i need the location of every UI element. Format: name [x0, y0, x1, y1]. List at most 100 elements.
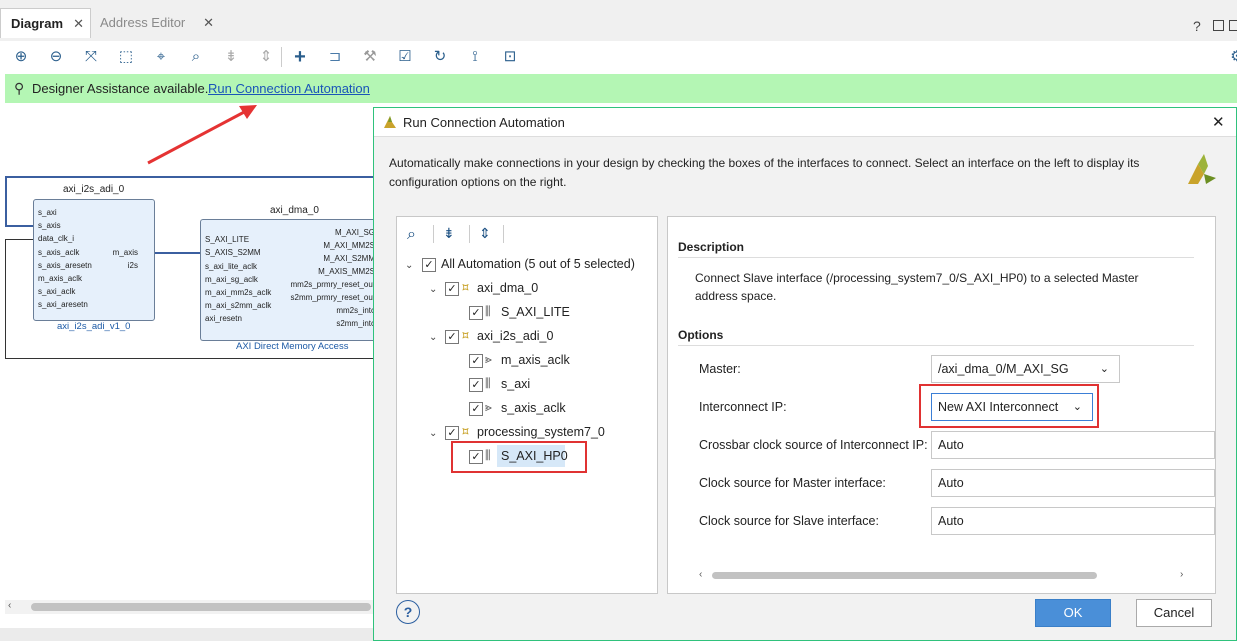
search-icon[interactable]: ⌕	[407, 226, 416, 244]
tree-group-label[interactable]: processing_system7_0	[477, 425, 605, 439]
dma-pin[interactable]: M_AXI_SG	[335, 228, 375, 237]
crossbar-clock-input[interactable]: Auto	[931, 431, 1215, 459]
bus-interface-icon: ⫼	[485, 376, 491, 390]
dma-pin[interactable]: m_axi_mm2s_aclk	[205, 288, 271, 297]
dma-pin[interactable]: mm2s_prmry_reset_out	[291, 280, 375, 289]
scroll-thumb[interactable]	[31, 603, 371, 611]
dma-pin[interactable]: M_AXI_MM2S	[323, 241, 375, 250]
dma-pin[interactable]: S_AXIS_S2MM	[205, 248, 261, 257]
zoom-fit-icon[interactable]: ⤧	[80, 46, 102, 68]
i2s-pin[interactable]: s_axi_aresetn	[38, 300, 88, 309]
automation-tree-panel: ⌕ ⇟ ⇕ ⌄ ✓ All Automation (5 out of 5 sel…	[396, 216, 658, 594]
options-header: Options	[678, 328, 724, 342]
item-checkbox[interactable]: ✓	[469, 378, 483, 392]
validate-icon[interactable]: ☑	[394, 46, 416, 68]
scroll-left-icon[interactable]: ‹	[699, 569, 702, 580]
i2s-block[interactable]: s_axi s_axis data_clk_i s_axis_aclk s_ax…	[33, 199, 155, 321]
ip-block-icon[interactable]: ⊡	[499, 46, 521, 68]
dma-pin[interactable]: s2mm_intc	[336, 319, 375, 328]
dialog-titlebar: Run Connection Automation ✕	[374, 108, 1236, 137]
collapse-all-icon[interactable]: ⇟	[220, 46, 242, 68]
i2s-pin[interactable]: data_clk_i	[38, 234, 74, 243]
collapse-all-icon[interactable]: ⇟	[443, 225, 455, 242]
cancel-button[interactable]: Cancel	[1136, 599, 1212, 627]
i2s-pin[interactable]: m_axis	[113, 248, 138, 257]
tab-diagram[interactable]: Diagram ✕	[0, 8, 91, 38]
add-ip-icon[interactable]: +	[289, 46, 311, 68]
dialog-description: Automatically make connections in your d…	[389, 156, 1140, 189]
close-icon[interactable]: ✕	[203, 8, 214, 38]
item-checkbox[interactable]: ✓	[469, 354, 483, 368]
i2s-pin[interactable]: i2s	[128, 261, 138, 270]
group-checkbox[interactable]: ✓	[445, 282, 459, 296]
i2s-pin[interactable]: s_axis_aclk	[38, 248, 79, 257]
tree-group-label[interactable]: axi_i2s_adi_0	[477, 329, 553, 343]
dma-pin[interactable]: s2mm_prmry_reset_out	[291, 293, 375, 302]
dma-block[interactable]: S_AXI_LITE S_AXIS_S2MM s_axi_lite_aclk m…	[200, 219, 381, 341]
tree-item-label[interactable]: m_axis_aclk	[501, 353, 570, 367]
auto-fit-icon[interactable]: ⌖	[150, 46, 172, 68]
wrench-icon[interactable]: ⚒	[359, 46, 381, 68]
item-checkbox[interactable]: ✓	[469, 402, 483, 416]
all-automation-checkbox[interactable]: ✓	[422, 258, 436, 272]
dma-pin[interactable]: M_AXIS_MM2S	[318, 267, 375, 276]
chevron-down-icon[interactable]: ⌄	[405, 260, 413, 271]
dma-pin[interactable]: m_axi_s2mm_aclk	[205, 301, 271, 310]
tab-diagram-label: Diagram	[11, 16, 64, 31]
gear-icon[interactable]: ⚙	[1226, 46, 1237, 68]
diagram-canvas[interactable]: axi_i2s_adi_0 s_axi s_axis data_clk_i s_…	[5, 104, 381, 599]
expand-all-icon[interactable]: ⇕	[255, 46, 277, 68]
tree-root-label: All Automation (5 out of 5 selected)	[441, 257, 635, 271]
close-icon[interactable]: ✕	[73, 9, 84, 39]
i2s-pin[interactable]: s_axi_aclk	[38, 287, 75, 296]
i2s-pin[interactable]: s_axis_aresetn	[38, 261, 92, 270]
zoom-out-icon[interactable]: ⊖	[45, 46, 67, 68]
dma-pin[interactable]: M_AXI_S2MM	[323, 254, 375, 263]
expand-all-icon[interactable]: ⇕	[479, 225, 491, 242]
options-scroll-thumb[interactable]	[712, 572, 1097, 579]
maximize-icon[interactable]	[1229, 20, 1237, 31]
slave-clock-input[interactable]: Auto	[931, 507, 1215, 535]
master-select[interactable]: /axi_dma_0/M_AXI_SG ⌄	[931, 355, 1120, 383]
item-checkbox[interactable]: ✓	[469, 306, 483, 320]
ok-button[interactable]: OK	[1035, 599, 1111, 627]
master-clock-input[interactable]: Auto	[931, 469, 1215, 497]
group-checkbox[interactable]: ✓	[445, 426, 459, 440]
dma-pin[interactable]: s_axi_lite_aclk	[205, 262, 257, 271]
chevron-down-icon[interactable]: ⌄	[429, 332, 437, 343]
tree-item-label[interactable]: s_axi	[501, 377, 530, 391]
tree-item-label[interactable]: s_axis_aclk	[501, 401, 566, 415]
master-value: /axi_dma_0/M_AXI_SG	[938, 362, 1069, 376]
i2s-pin[interactable]: s_axis	[38, 221, 61, 230]
restore-icon[interactable]	[1213, 20, 1224, 31]
optimize-routing-icon[interactable]: ⟟	[464, 46, 486, 68]
scroll-left-icon[interactable]: ‹	[8, 600, 11, 611]
close-icon[interactable]: ✕	[1212, 113, 1225, 131]
zoom-in-icon[interactable]: ⊕	[10, 46, 32, 68]
tab-bar: Diagram ✕ Address Editor ✕ ?	[0, 0, 1237, 42]
fit-selection-icon[interactable]: ⬚	[115, 46, 137, 68]
i2s-pin[interactable]: s_axi	[38, 208, 57, 217]
horizontal-scrollbar[interactable]: ‹	[5, 600, 375, 614]
dma-pin[interactable]: m_axi_sg_aclk	[205, 275, 258, 284]
crossbar-clock-label: Crossbar clock source of Interconnect IP…	[699, 438, 928, 452]
dma-pin[interactable]: mm2s_intc	[336, 306, 375, 315]
scroll-right-icon[interactable]: ›	[1180, 569, 1183, 580]
run-connection-automation-link[interactable]: Run Connection Automation	[208, 81, 370, 96]
group-checkbox[interactable]: ✓	[445, 330, 459, 344]
tree-item-label[interactable]: S_AXI_LITE	[501, 305, 570, 319]
regenerate-icon[interactable]: ↻	[429, 46, 451, 68]
dma-pin[interactable]: S_AXI_LITE	[205, 235, 249, 244]
tab-address-editor[interactable]: Address Editor ✕	[90, 8, 220, 38]
search-icon[interactable]: ⌕	[185, 46, 207, 68]
help-button[interactable]: ?	[396, 600, 420, 624]
dma-pin[interactable]: axi_resetn	[205, 314, 242, 323]
chevron-down-icon: ⌄	[1099, 363, 1109, 375]
vivado-logo-icon	[384, 116, 396, 128]
i2s-pin[interactable]: m_axis_aclk	[38, 274, 82, 283]
chevron-down-icon[interactable]: ⌄	[429, 428, 437, 439]
help-icon[interactable]: ?	[1193, 18, 1201, 34]
tree-group-label[interactable]: axi_dma_0	[477, 281, 538, 295]
chevron-down-icon[interactable]: ⌄	[429, 284, 437, 295]
make-external-icon[interactable]: ⊐	[324, 46, 346, 68]
